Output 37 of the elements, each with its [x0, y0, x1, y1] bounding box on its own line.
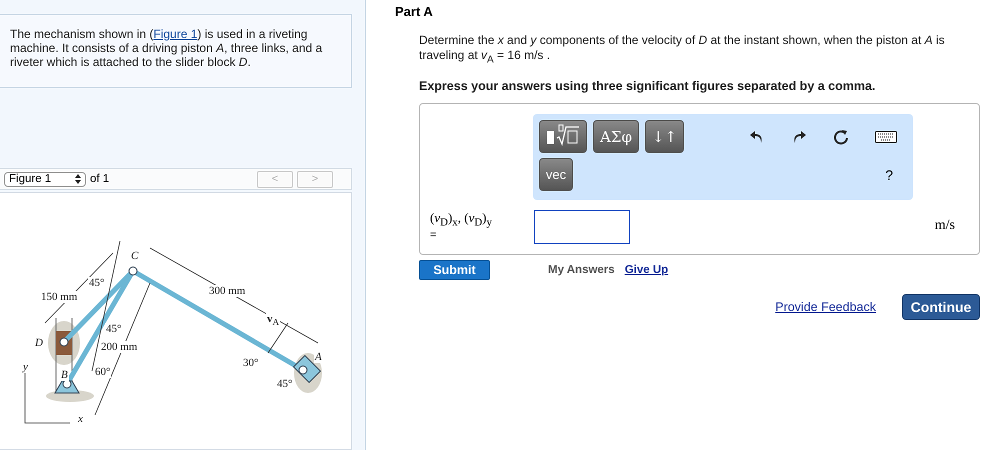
figure-label: D: [34, 337, 44, 349]
figure-label: A: [314, 351, 323, 363]
submit-button[interactable]: Submit: [419, 260, 490, 280]
symbol-button[interactable]: ΑΣφ: [593, 120, 639, 154]
vec-button[interactable]: vec: [539, 158, 573, 192]
figure-label: C: [130, 250, 140, 262]
figure-label: 30°: [242, 357, 260, 369]
equals-sign: =: [430, 228, 438, 241]
help-button[interactable]: ?: [879, 166, 899, 184]
figure-link[interactable]: Figure 1: [153, 27, 198, 41]
stepper-icon: [75, 174, 81, 184]
figure-label: 300 mm: [208, 285, 246, 297]
radical-template-icon: [546, 124, 580, 146]
question-text: Determine the x and y components of the velocity of D at the instant shown, when the piston at A is traveling at v$_{A}$ = 16 m/s .: [419, 33, 946, 68]
figure-label: 45°: [88, 277, 106, 289]
figure-label: 60°: [94, 366, 112, 378]
answer-field[interactable]: [534, 210, 630, 244]
figure-label: 45°: [105, 323, 122, 335]
keyboard-icon[interactable]: [875, 130, 897, 143]
template-button[interactable]: [539, 120, 587, 154]
figure-label: 150 mm: [40, 291, 78, 303]
instruction-text: Express your answers using three significant figures separated by a comma.: [419, 79, 876, 94]
unit-label: m/s: [934, 218, 955, 234]
feedback-link[interactable]: Provide Feedback: [775, 300, 876, 314]
continue-button[interactable]: Continue: [902, 294, 980, 320]
reset-icon[interactable]: [833, 128, 849, 145]
my-answers-label: My Answers: [548, 264, 615, 276]
figure-select[interactable]: Figure 1: [4, 172, 86, 186]
problem-text: The mechanism shown in (Figure 1) is used in a riveting machine. It consists of a driving piston A, three links, and a riveter which is attached to the slider block D.: [10, 27, 324, 69]
figure-count: of 1: [90, 173, 110, 185]
answer-label: (v$_{D}$)$_{x}$, (v$_{D}$)$_{y}$: [430, 210, 493, 229]
figure-label: B: [60, 369, 69, 381]
figure-label: 200 mm: [100, 341, 138, 353]
part-title: Part A: [395, 4, 434, 19]
figure-label: 45°: [276, 378, 294, 390]
give-up-link[interactable]: Give Up: [624, 264, 668, 276]
symbol-button[interactable]: ↓↑: [644, 120, 684, 154]
